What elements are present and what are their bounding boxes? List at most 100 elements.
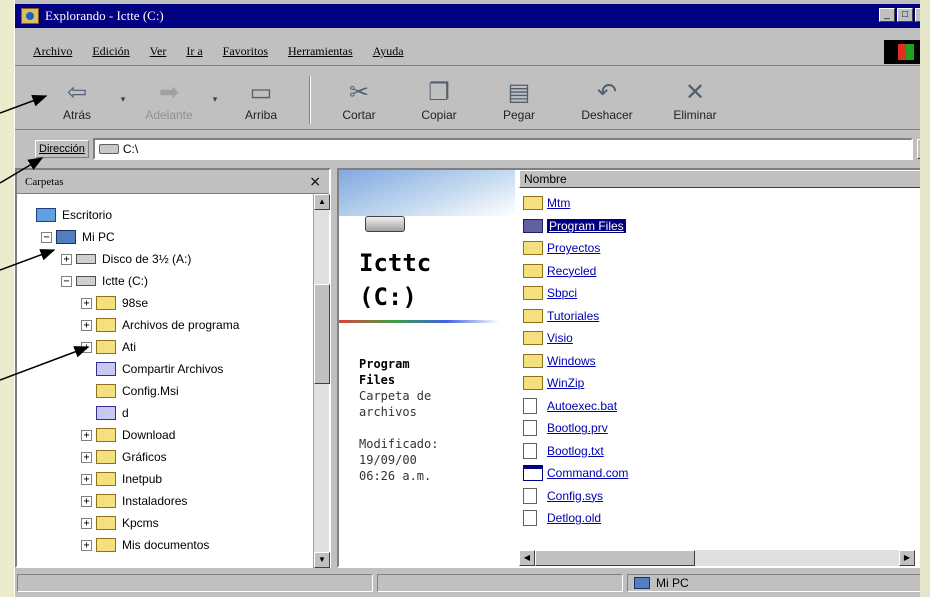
tree-node[interactable]: + Archivos de programa bbox=[21, 314, 311, 336]
scroll-right-icon[interactable]: ▶ bbox=[899, 550, 915, 566]
list-item[interactable]: Detlog.old bbox=[523, 507, 628, 530]
tree-node[interactable]: + Inetpub bbox=[21, 468, 311, 490]
menu-ayuda[interactable]: Ayuda bbox=[373, 44, 404, 59]
tree-node[interactable]: + Ati bbox=[21, 336, 311, 358]
expand-plus-icon[interactable]: + bbox=[81, 539, 92, 551]
tree-node-label: Compartir Archivos bbox=[122, 362, 224, 376]
tree-node[interactable]: − Ictte (C:) bbox=[21, 270, 311, 292]
column-header-name[interactable]: Nombre bbox=[519, 170, 929, 188]
list-item[interactable]: Config.sys bbox=[523, 485, 628, 508]
scroll-down-icon[interactable]: ▼ bbox=[314, 552, 330, 568]
paste-button[interactable]: ▤ Pegar bbox=[479, 72, 559, 128]
tree-node-label: Ictte (C:) bbox=[102, 274, 149, 288]
expand-plus-icon[interactable]: + bbox=[81, 495, 92, 507]
list-item[interactable]: Mtm bbox=[523, 192, 628, 215]
computer-icon bbox=[634, 577, 650, 589]
scroll-track[interactable] bbox=[695, 550, 899, 566]
menu-archivo[interactable]: Archivo bbox=[33, 44, 72, 59]
list-item[interactable]: Recycled bbox=[523, 260, 628, 283]
list-item-label: Sbpci bbox=[547, 286, 578, 301]
expand-plus-icon[interactable]: + bbox=[81, 517, 92, 529]
folders-vertical-scrollbar[interactable]: ▲ ▼ bbox=[313, 194, 330, 568]
folder-icon bbox=[96, 538, 116, 552]
title-bar[interactable]: Explorando - Ictte (C:) _ □ × bbox=[15, 4, 930, 28]
folder-icon bbox=[96, 494, 116, 508]
menu-favoritos[interactable]: Favoritos bbox=[223, 44, 268, 59]
forward-dropdown-icon[interactable]: ▾ bbox=[209, 94, 221, 105]
expand-plus-icon[interactable]: + bbox=[81, 341, 92, 353]
expand-plus-icon[interactable]: + bbox=[81, 297, 92, 309]
tree-node[interactable]: + Mis documentos bbox=[21, 534, 311, 556]
tree-node[interactable]: Escritorio bbox=[21, 204, 311, 226]
explorer-app-icon[interactable] bbox=[21, 8, 39, 24]
window-title: Explorando - Ictte (C:) bbox=[45, 8, 164, 23]
tree-node[interactable]: + Kpcms bbox=[21, 512, 311, 534]
collapse-minus-icon[interactable]: − bbox=[41, 231, 52, 243]
undo-label: Deshacer bbox=[581, 107, 633, 122]
close-folders-icon[interactable]: × bbox=[309, 174, 321, 190]
collapse-minus-icon[interactable]: − bbox=[61, 275, 72, 287]
list-item[interactable]: Bootlog.txt bbox=[523, 440, 628, 463]
horizontal-scroll-thumb[interactable] bbox=[535, 550, 695, 566]
menu-ver[interactable]: Ver bbox=[150, 44, 167, 59]
tree-node[interactable]: + Download bbox=[21, 424, 311, 446]
folder-icon bbox=[523, 308, 543, 323]
list-item[interactable]: WinZip bbox=[523, 372, 628, 395]
tree-node[interactable]: + Gráficos bbox=[21, 446, 311, 468]
list-item[interactable]: Bootlog.prv bbox=[523, 417, 628, 440]
menu-ir-a[interactable]: Ir a bbox=[186, 44, 202, 59]
contents-horizontal-scrollbar[interactable]: ◀ ▶ bbox=[519, 550, 915, 566]
tree-node[interactable]: Config.Msi bbox=[21, 380, 311, 402]
copy-button[interactable]: ❐ Copiar bbox=[399, 72, 479, 128]
list-item[interactable]: Visio bbox=[523, 327, 628, 350]
tree-node-label: Kpcms bbox=[122, 516, 159, 530]
tree-node[interactable]: − Mi PC bbox=[21, 226, 311, 248]
expand-plus-icon[interactable]: + bbox=[81, 473, 92, 485]
tree-node[interactable]: + Disco de 3½ (A:) bbox=[21, 248, 311, 270]
expand-plus-icon[interactable]: + bbox=[81, 319, 92, 331]
back-dropdown-icon[interactable]: ▾ bbox=[117, 94, 129, 105]
expand-plus-icon[interactable]: + bbox=[61, 253, 72, 265]
copy-label: Copiar bbox=[421, 107, 457, 122]
undo-button[interactable]: ↶ Deshacer bbox=[559, 72, 655, 128]
special-icon bbox=[96, 406, 116, 420]
minimize-button[interactable]: _ bbox=[879, 8, 895, 22]
address-bar: Dirección C:\ ▼ bbox=[15, 136, 930, 162]
list-item-label: WinZip bbox=[547, 376, 585, 391]
tree-node[interactable]: Compartir Archivos bbox=[21, 358, 311, 380]
web-view-panel: Icttc (C:) Program Files Carpeta de arch… bbox=[339, 170, 515, 566]
list-item-label: Program Files bbox=[547, 218, 626, 233]
delete-button[interactable]: ✕ Eliminar bbox=[655, 72, 735, 128]
list-item[interactable]: Program Files bbox=[523, 215, 628, 238]
expand-plus-icon[interactable]: + bbox=[81, 451, 92, 463]
menu-herramientas[interactable]: Herramientas bbox=[288, 44, 353, 59]
expand-plus-icon[interactable]: + bbox=[81, 429, 92, 441]
cut-button[interactable]: ✂ Cortar bbox=[319, 72, 399, 128]
menu-bar: Archivo Edición Ver Ir a Favoritos Herra… bbox=[15, 38, 930, 66]
list-item-label: Bootlog.prv bbox=[547, 421, 608, 436]
status-field-1 bbox=[17, 574, 373, 592]
tree-node[interactable]: + Instaladores bbox=[21, 490, 311, 512]
arrow-left-icon: ⇦ bbox=[66, 78, 88, 106]
delete-label: Eliminar bbox=[673, 107, 717, 122]
file-icon bbox=[523, 397, 537, 414]
list-item[interactable]: Windows bbox=[523, 350, 628, 373]
list-item[interactable]: Command.com bbox=[523, 462, 628, 485]
tree-node[interactable]: d bbox=[21, 402, 311, 424]
address-input[interactable]: C:\ bbox=[92, 138, 913, 160]
scroll-thumb[interactable] bbox=[314, 284, 330, 384]
tree-node[interactable]: +98se bbox=[21, 292, 311, 314]
forward-button[interactable]: ➡ Adelante bbox=[129, 72, 209, 128]
scroll-up-icon[interactable]: ▲ bbox=[314, 194, 330, 210]
list-item[interactable]: Sbpci bbox=[523, 282, 628, 305]
tree-node-label: Gráficos bbox=[122, 450, 167, 464]
selection-type-line1: Carpeta de bbox=[359, 389, 432, 403]
back-button[interactable]: ⇦ Atrás bbox=[37, 72, 117, 128]
list-item[interactable]: Autoexec.bat bbox=[523, 395, 628, 418]
menu-edicion[interactable]: Edición bbox=[92, 44, 129, 59]
list-item[interactable]: Tutoriales bbox=[523, 305, 628, 328]
up-button[interactable]: ▭ Arriba bbox=[221, 72, 301, 128]
scroll-left-icon[interactable]: ◀ bbox=[519, 550, 535, 566]
list-item[interactable]: Proyectos bbox=[523, 237, 628, 260]
maximize-button[interactable]: □ bbox=[897, 8, 913, 22]
